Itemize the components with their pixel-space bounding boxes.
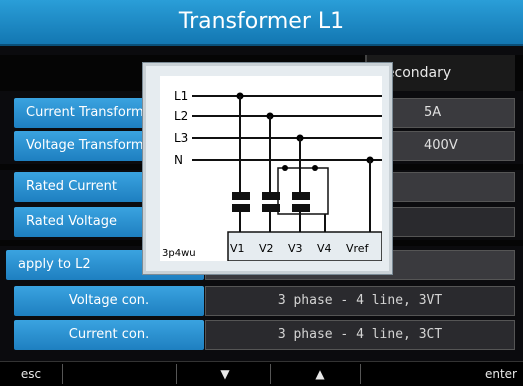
junction	[282, 165, 288, 171]
ct-core	[292, 204, 310, 212]
esc-button[interactable]: esc	[0, 362, 62, 386]
row-current-con[interactable]: Current con. 3 phase - 4 line, 3CT	[0, 319, 523, 351]
softkey-bar: esc ▼ ▲ enter	[0, 361, 523, 386]
terminal-v2: V2	[259, 242, 274, 255]
current-con-value[interactable]: 3 phase - 4 line, 3CT	[205, 320, 515, 350]
terminal-v4: V4	[317, 242, 332, 255]
page-title: Transformer L1	[0, 0, 523, 46]
line-label-l2: L2	[174, 109, 188, 123]
wiring-diagram-svg: L1 L2 L3 N V1 V2 V3 V4 Vref 3p4wu	[162, 89, 383, 262]
terminal-v1: V1	[230, 242, 245, 255]
up-button[interactable]: ▲	[280, 362, 360, 386]
mode-label: 3p4wu	[162, 248, 196, 259]
voltage-transformer-secondary-value: 400V	[424, 138, 458, 153]
terminal-v3: V3	[288, 242, 303, 255]
ct-core	[292, 192, 310, 200]
ct-core	[232, 192, 250, 200]
enter-button[interactable]: enter	[440, 362, 523, 386]
line-label-l1: L1	[174, 89, 188, 103]
wiring-diagram: L1 L2 L3 N V1 V2 V3 V4 Vref 3p4wu	[160, 76, 383, 262]
current-con-label: Current con.	[14, 320, 204, 350]
voltage-con-value[interactable]: 3 phase - 4 line, 3VT	[205, 286, 515, 316]
divider	[62, 364, 63, 384]
current-transformer-secondary-value: 5A	[424, 105, 442, 120]
down-button[interactable]: ▼	[185, 362, 265, 386]
junction	[312, 165, 318, 171]
ct-core	[232, 204, 250, 212]
terminal-vref: Vref	[346, 242, 370, 255]
divider	[176, 364, 177, 384]
line-label-l3: L3	[174, 131, 188, 145]
row-voltage-con[interactable]: Voltage con. 3 phase - 4 line, 3VT	[0, 285, 523, 317]
divider	[360, 364, 361, 384]
voltage-con-label: Voltage con.	[14, 286, 204, 316]
divider	[270, 364, 271, 384]
wiring-diagram-popup: L1 L2 L3 N V1 V2 V3 V4 Vref 3p4wu	[143, 63, 392, 274]
line-label-n: N	[174, 153, 183, 167]
